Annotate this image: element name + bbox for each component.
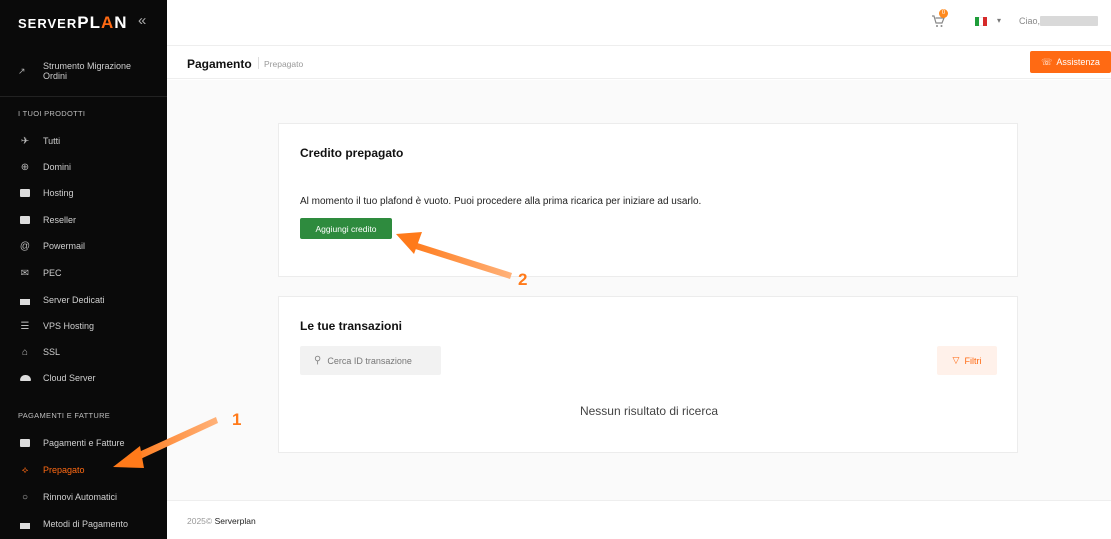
- copyright-year: 2025©: [187, 516, 213, 526]
- empty-results-message: Nessun risultato di ricerca: [579, 404, 719, 418]
- sidebar-item-metodi-pagamento[interactable]: Metodi di Pagamento: [18, 518, 163, 530]
- italian-flag-icon[interactable]: [975, 17, 987, 26]
- language-dropdown-chevron-icon[interactable]: ▾: [997, 16, 1001, 25]
- sidebar-item-domini[interactable]: ⊕ Domini: [18, 161, 163, 173]
- transaction-search[interactable]: ⚲: [300, 346, 441, 375]
- migration-icon: ↗: [18, 66, 26, 76]
- sidebar-item-label: Server Dedicati: [43, 295, 105, 305]
- cloud-icon: [18, 372, 32, 384]
- sidebar-item-label: Rinnovi Automatici: [43, 492, 118, 502]
- sidebar-item-server-dedicati[interactable]: Server Dedicati: [18, 294, 163, 306]
- sidebar-item-label: Prepagato: [43, 465, 85, 475]
- add-credit-button[interactable]: Aggiungi credito: [300, 218, 392, 239]
- rocket-icon: ✈: [20, 135, 30, 147]
- breadcrumb: Prepagato: [264, 59, 304, 69]
- sidebar-item-hosting[interactable]: Hosting: [18, 187, 163, 199]
- step-2-label: 2: [518, 270, 528, 289]
- sidebar-item-vps-hosting[interactable]: ☰ VPS Hosting: [18, 320, 163, 332]
- app-root: SERVER PL A N « ↗ Strumento Migrazione Ordin…: [0, 0, 1111, 539]
- sidebar-item-rinnovi-automatici[interactable]: ○ Rinnovi Automatici: [18, 491, 163, 503]
- collapse-sidebar-button[interactable]: «: [138, 12, 146, 29]
- sidebar-item-label: Tutti: [43, 136, 61, 146]
- headset-icon: ☏: [1041, 56, 1053, 67]
- step-1-label: 1: [232, 410, 242, 429]
- sidebar-item-reseller[interactable]: Reseller: [18, 214, 163, 226]
- sidebar-item-label: Reseller: [43, 215, 77, 225]
- sidebar-item-cloud-server[interactable]: Cloud Server: [18, 372, 163, 384]
- server-icon: [18, 187, 32, 199]
- server-icon: [18, 214, 32, 226]
- search-input[interactable]: [327, 355, 438, 366]
- migration-label-line2: Ordini: [43, 71, 68, 81]
- assistenza-button[interactable]: ☏ Assistenza: [1030, 51, 1111, 73]
- filter-icon: ▽: [952, 355, 960, 365]
- credit-empty-message: Al momento il tuo plafond è vuoto. Puoi …: [300, 196, 702, 207]
- search-icon: ⚲: [314, 355, 322, 366]
- greeting-text[interactable]: Ciao,: [1019, 16, 1040, 26]
- transactions-title: Le tue transazioni: [300, 319, 403, 333]
- sidebar-item-label: Pagamenti e Fatture: [43, 438, 125, 448]
- prepaid-icon: ⟡: [21, 464, 29, 476]
- header-divider: [258, 57, 259, 69]
- sidebar-item-prepagato[interactable]: ⟡ Prepagato: [18, 464, 163, 476]
- mail-icon: ✉: [20, 267, 30, 279]
- sidebar-item-label: VPS Hosting: [43, 321, 95, 331]
- filters-button[interactable]: ▽ Filtri: [937, 346, 997, 375]
- footer: 2025© Serverplan: [167, 500, 1111, 539]
- sidebar-item-powermail[interactable]: @ Powermail: [18, 240, 163, 252]
- sidebar-item-tutti[interactable]: ✈ Tutti: [18, 135, 163, 147]
- sidebar-divider: [0, 96, 167, 97]
- copyright: 2025© Serverplan: [187, 516, 256, 526]
- page-title: Pagamento: [187, 57, 252, 71]
- logo-part-n: N: [114, 13, 128, 32]
- migration-label-line1: Strumento Migrazione: [43, 61, 132, 71]
- logo-part-a: A: [100, 13, 115, 32]
- sidebar-item-ssl[interactable]: ⌂ SSL: [18, 346, 163, 358]
- dedicated-icon: [18, 294, 32, 306]
- sidebar-item-pagamenti-fatture[interactable]: Pagamenti e Fatture: [18, 437, 163, 449]
- filters-label: Filtri: [964, 355, 982, 366]
- sidebar-item-label: Strumento Migrazione Ordini: [43, 61, 131, 81]
- page-header: Pagamento Prepagato ☏ Assistenza: [167, 46, 1111, 79]
- sidebar-item-label: Cloud Server: [43, 373, 96, 383]
- serverplan-logo[interactable]: SERVER PL A N: [18, 13, 128, 33]
- vps-icon: ☰: [20, 320, 30, 332]
- footer-brand: Serverplan: [214, 516, 256, 526]
- sidebar-item-pec[interactable]: ✉ PEC: [18, 267, 163, 279]
- sidebar: SERVER PL A N « ↗ Strumento Migrazione Ordin…: [0, 0, 167, 539]
- sidebar-item-label: Hosting: [43, 188, 74, 198]
- assistenza-label: Assistenza: [1056, 57, 1100, 67]
- wallet-icon: [18, 437, 32, 449]
- lock-icon: ⌂: [21, 346, 29, 358]
- credit-title: Credito prepagato: [300, 146, 404, 160]
- section-heading-payments: PAGAMENTI E FATTURE: [18, 411, 111, 420]
- section-heading-products: I TUOI PRODOTTI: [18, 109, 86, 118]
- topbar: 0 ▾ Ciao,: [167, 0, 1111, 46]
- renew-icon: ○: [21, 491, 29, 503]
- at-icon: @: [19, 240, 31, 252]
- sidebar-item-label: PEC: [43, 268, 62, 278]
- card-icon: [18, 518, 32, 530]
- transactions-card: Le tue transazioni ⚲ ▽ Filtri Nessun ris…: [278, 296, 1018, 453]
- globe-icon: ⊕: [20, 161, 30, 173]
- username-redacted: [1040, 16, 1098, 26]
- sidebar-item-label: SSL: [43, 347, 61, 357]
- sidebar-item-migration[interactable]: ↗ Strumento Migrazione Ordini: [18, 61, 131, 81]
- cart-count-badge: 0: [939, 9, 948, 18]
- sidebar-item-label: Metodi di Pagamento: [43, 519, 129, 529]
- logo-part-pl: PL: [77, 13, 101, 32]
- sidebar-item-label: Powermail: [43, 241, 86, 251]
- sidebar-item-label: Domini: [43, 162, 72, 172]
- logo-part-server: SERVER: [18, 16, 78, 31]
- prepaid-credit-card: Credito prepagato Al momento il tuo plaf…: [278, 123, 1018, 277]
